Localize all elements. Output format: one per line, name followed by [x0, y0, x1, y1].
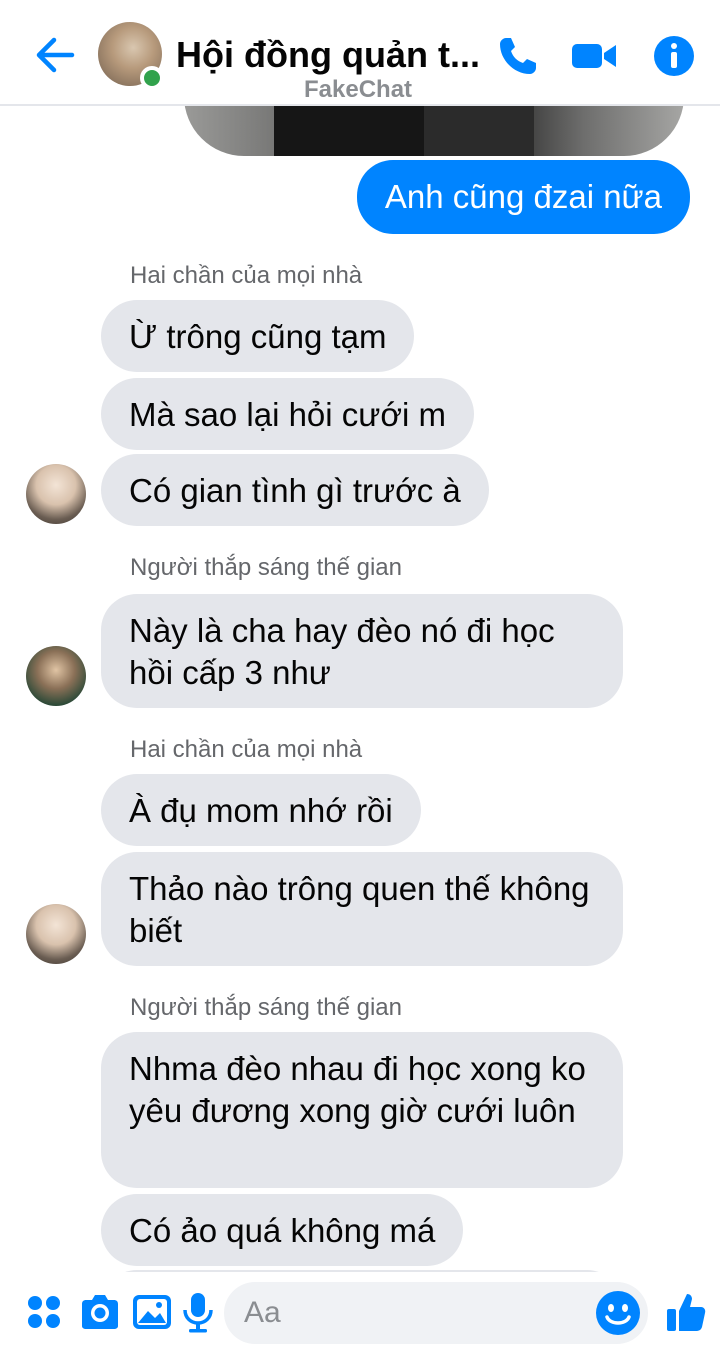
message-bubble[interactable]: Có ảo quá không má — [101, 1194, 464, 1266]
message-bubble[interactable]: Nhma đèo nhau đi học xong ko yêu đương x… — [101, 1032, 623, 1188]
message-bubble[interactable]: Ừ trông cũng tạm — [101, 300, 415, 372]
video-camera-icon[interactable] — [570, 34, 618, 78]
sender-avatar[interactable] — [26, 464, 86, 524]
image-icon[interactable] — [130, 1290, 174, 1334]
thumbs-up-icon[interactable] — [664, 1290, 708, 1334]
sender-avatar[interactable] — [26, 904, 86, 964]
sender-name: Người thắp sáng thế gian — [130, 994, 402, 1021]
phone-icon[interactable] — [496, 34, 540, 78]
message-input-container[interactable] — [224, 1282, 648, 1344]
conversation-title[interactable]: Hội đồng quản t... — [176, 34, 486, 76]
message-bubble[interactable]: Có gian tình gì trước à — [101, 454, 489, 526]
composer-bar — [0, 1272, 720, 1355]
message-input[interactable] — [244, 1294, 574, 1332]
back-arrow-icon[interactable] — [34, 34, 76, 76]
online-status-indicator — [140, 66, 164, 90]
camera-icon[interactable] — [78, 1290, 122, 1334]
info-icon[interactable] — [652, 34, 696, 78]
microphone-icon[interactable] — [176, 1290, 220, 1334]
message-bubble-outgoing[interactable]: Anh cũng đzai nữa — [356, 160, 690, 234]
message-bubble[interactable]: Thảo nào trông quen thế không biết — [101, 852, 623, 966]
sender-name: Người thắp sáng thế gian — [130, 554, 402, 581]
sender-avatar[interactable] — [26, 646, 86, 706]
shared-photo[interactable] — [184, 106, 684, 156]
sender-name: Hai chần của mọi nhà — [130, 736, 363, 763]
chat-header: Hội đồng quản t... FakeChat — [0, 0, 720, 106]
message-list[interactable]: Anh cũng đzai nữa Hai chần của mọi nhà Ừ… — [0, 106, 720, 1272]
sender-name: Hai chần của mọi nhà — [130, 262, 363, 289]
four-dots-icon[interactable] — [22, 1290, 66, 1334]
message-bubble[interactable]: À đụ mom nhớ rồi — [101, 774, 421, 846]
message-bubble[interactable]: Mà sao lại hỏi cưới m — [101, 378, 474, 450]
message-bubble[interactable]: Này là cha hay đèo nó đi học hồi cấp 3 n… — [101, 594, 623, 708]
watermark-label: FakeChat — [304, 76, 413, 103]
smiley-icon[interactable] — [594, 1289, 642, 1337]
